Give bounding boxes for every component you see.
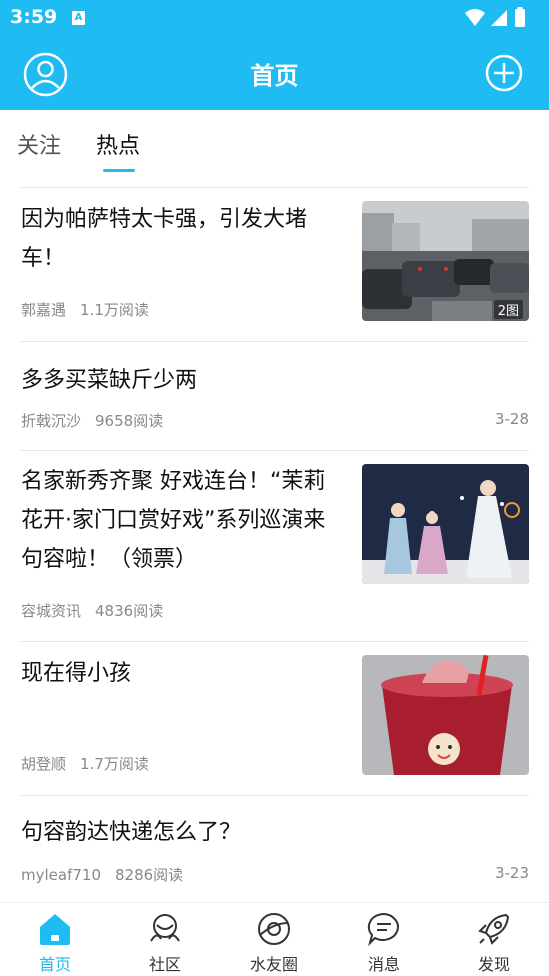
feed-item-meta: myleaf710 8286阅读	[21, 864, 183, 885]
nav-label: 水友圈	[249, 955, 298, 974]
bottom-navigation: 首页 社区 水友圈 消息 发现	[0, 902, 549, 976]
battery-icon	[515, 9, 525, 27]
home-icon	[40, 914, 70, 945]
app-header: 首页	[0, 36, 549, 110]
active-tab-indicator	[103, 169, 135, 172]
message-icon	[367, 912, 399, 947]
author-name: 郭嘉遇	[21, 301, 67, 319]
nav-label: 首页	[38, 955, 71, 974]
status-time: 3:59	[10, 6, 58, 28]
news-feed: 因为帕萨特太卡强，引发大堵 车！ 郭嘉遇 1.1万阅读 2图 多多买菜缺斤少两 …	[20, 188, 529, 906]
tab-hot[interactable]: 热点	[96, 128, 140, 160]
feed-item[interactable]: 因为帕萨特太卡强，引发大堵 车！ 郭嘉遇 1.1万阅读 2图	[20, 188, 529, 342]
author-name: 容城资讯	[21, 602, 82, 620]
feed-item-meta: 胡登顺 1.7万阅读	[21, 753, 149, 774]
wifi-icon	[465, 9, 485, 26]
nav-messages[interactable]: 消息	[329, 903, 439, 976]
read-count: 1.1万阅读	[80, 301, 149, 319]
author-name: myleaf710	[21, 866, 101, 884]
system-status-icons	[465, 7, 525, 27]
signal-icon	[491, 10, 507, 26]
nav-discover[interactable]: 发现	[439, 903, 549, 976]
feed-item-title: 现在得小孩	[21, 661, 132, 686]
community-icon	[150, 914, 180, 942]
nav-home[interactable]: 首页	[0, 903, 110, 976]
feed-item[interactable]: 现在得小孩 胡登顺 1.7万阅读	[20, 642, 529, 796]
feed-item-meta: 容城资讯 4836阅读	[21, 600, 163, 621]
thumbnail-opera-performers	[362, 464, 529, 584]
read-count: 1.7万阅读	[80, 755, 149, 773]
nav-label: 社区	[148, 955, 181, 974]
add-post-button[interactable]	[485, 54, 523, 92]
nav-label: 发现	[477, 955, 510, 974]
feed-item-title: 多多买菜缺斤少两	[21, 368, 198, 393]
nav-community[interactable]: 社区	[110, 903, 220, 976]
feed-item-date: 3-23	[494, 864, 529, 882]
feed-item-title: 名家新秀齐聚 好戏连台！“茉莉 花开·家门口赏好戏”系列巡演来 句容啦！（领票）	[21, 469, 326, 572]
nav-water-circle[interactable]: 水友圈	[219, 903, 329, 976]
nav-label: 消息	[367, 955, 400, 974]
planet-icon	[258, 913, 290, 945]
tab-follow[interactable]: 关注	[17, 128, 61, 160]
thumbnail-traffic-jam: 2图	[362, 201, 529, 321]
feed-item-meta: 折戟沉沙 9658阅读	[21, 410, 163, 431]
feed-item[interactable]: 句容韵达快递怎么了？ myleaf710 8286阅读 3-23	[20, 796, 529, 906]
read-count: 8286阅读	[115, 866, 184, 884]
page-title: 首页	[250, 62, 299, 90]
feed-item-date: 3-28	[494, 410, 529, 428]
read-count: 4836阅读	[95, 602, 164, 620]
rocket-icon	[478, 913, 510, 945]
image-count-badge: 2图	[493, 300, 523, 319]
feed-item-title: 句容韵达快递怎么了？	[21, 820, 242, 845]
feed-item-meta: 郭嘉遇 1.1万阅读	[21, 299, 149, 320]
notification-a-icon: A	[72, 11, 85, 25]
thumbnail-drink-cup	[362, 655, 529, 775]
status-bar: 3:59 A	[0, 0, 549, 36]
feed-item[interactable]: 多多买菜缺斤少两 折戟沉沙 9658阅读 3-28	[20, 342, 529, 451]
author-name: 折戟沉沙	[21, 412, 82, 430]
author-name: 胡登顺	[21, 755, 67, 773]
feed-item-title: 因为帕萨特太卡强，引发大堵 车！	[21, 207, 308, 271]
read-count: 9658阅读	[95, 412, 164, 430]
feed-tabs: 关注 热点	[17, 110, 529, 188]
feed-item[interactable]: 名家新秀齐聚 好戏连台！“茉莉 花开·家门口赏好戏”系列巡演来 句容啦！（领票）…	[20, 451, 529, 642]
